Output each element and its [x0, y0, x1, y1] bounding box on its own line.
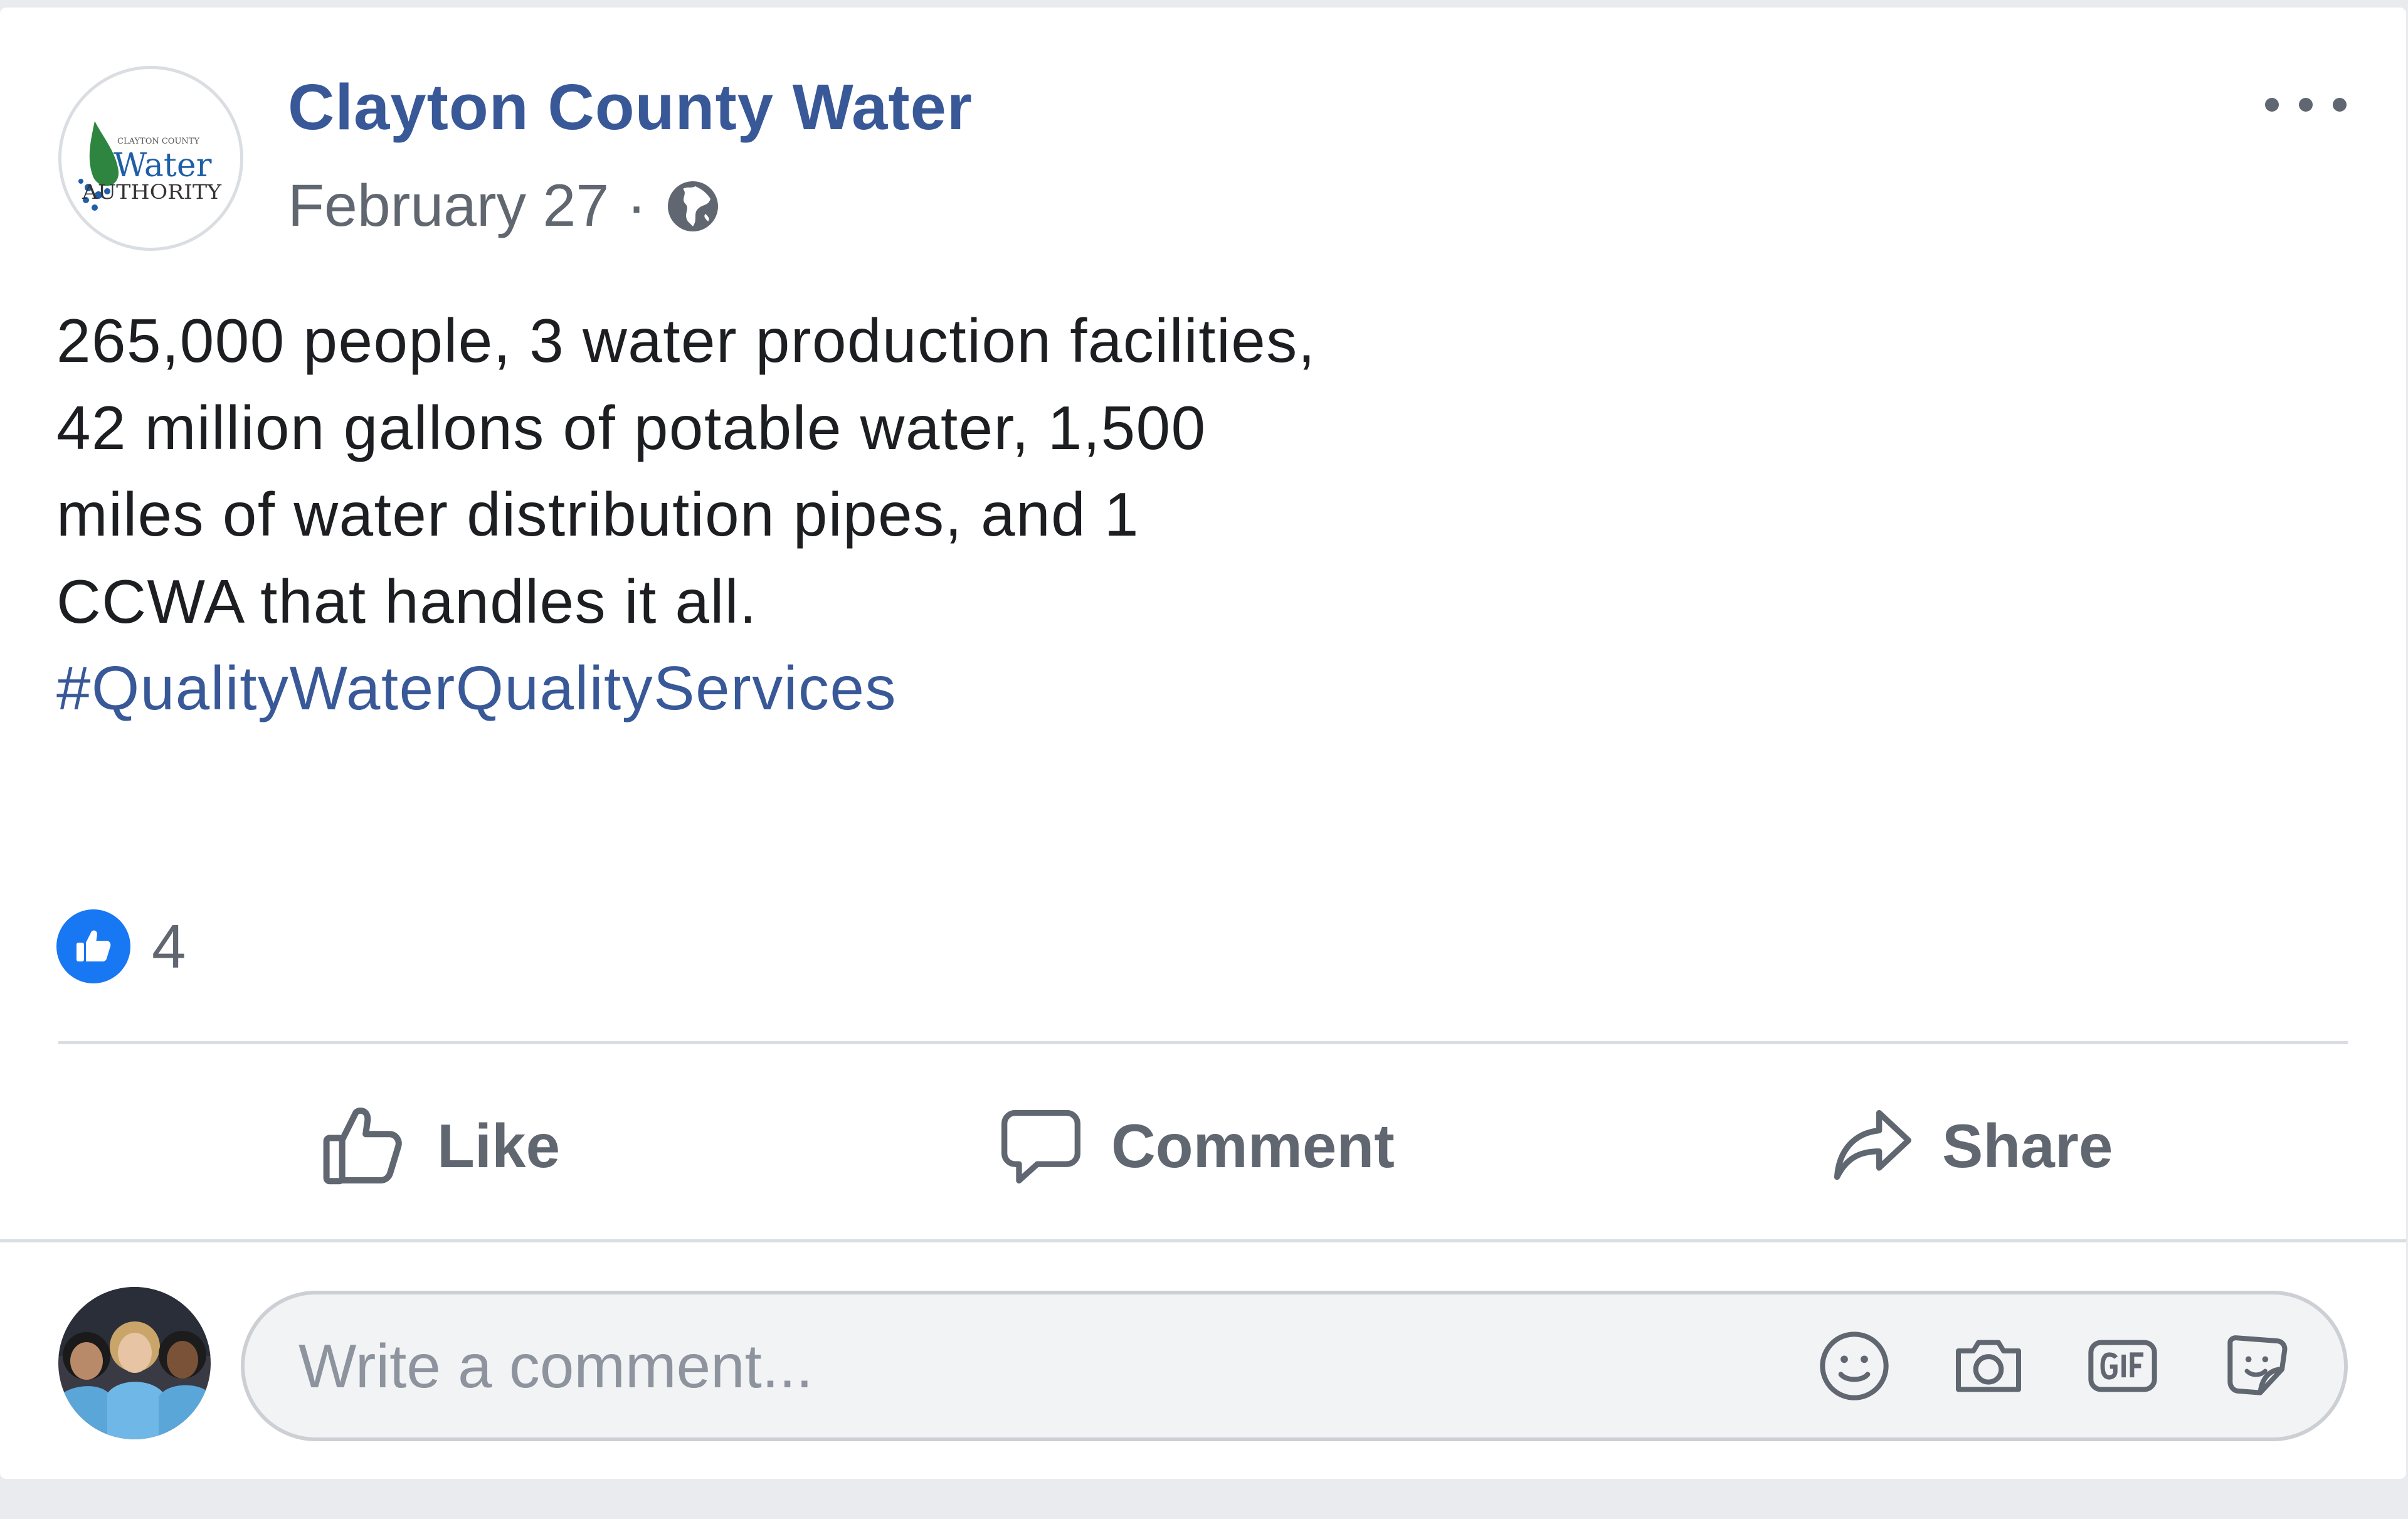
- reactions-summary[interactable]: 4: [56, 909, 186, 983]
- post-body: 265,000 people, 3 water production facil…: [56, 297, 1342, 732]
- reaction-count: 4: [152, 911, 186, 981]
- svg-text:CLAYTON COUNTY: CLAYTON COUNTY: [117, 137, 199, 146]
- share-button[interactable]: Share: [1828, 1074, 2113, 1218]
- post-date[interactable]: February 27: [288, 172, 609, 240]
- page-avatar[interactable]: CLAYTON COUNTY Water AUTHORITY: [58, 66, 243, 251]
- share-arrow-icon: [1834, 1109, 1911, 1180]
- thumbs-up-icon: [323, 1107, 402, 1185]
- user-avatar[interactable]: [58, 1287, 211, 1439]
- globe-icon[interactable]: [663, 176, 723, 236]
- speech-bubble-icon: [1001, 1109, 1080, 1184]
- more-options-icon[interactable]: [2265, 89, 2347, 120]
- camera-icon[interactable]: [1948, 1326, 2029, 1406]
- gif-icon[interactable]: [2083, 1326, 2163, 1406]
- meta-separator: ·: [626, 172, 647, 239]
- emoji-icon[interactable]: [1814, 1326, 1894, 1406]
- hashtag-link[interactable]: #QualityWaterQualityServices: [56, 645, 1342, 732]
- like-label: Like: [437, 1111, 561, 1180]
- svg-text:AUTHORITY: AUTHORITY: [81, 180, 221, 204]
- like-reaction-icon: [56, 909, 130, 983]
- page-name-link[interactable]: Clayton County Water: [288, 70, 973, 144]
- comment-button[interactable]: Comment: [997, 1074, 1395, 1218]
- like-button[interactable]: Like: [317, 1074, 560, 1218]
- sticker-icon[interactable]: [2217, 1326, 2297, 1406]
- comment-composer: [0, 1284, 2406, 1447]
- post-meta: February 27 ·: [288, 172, 723, 240]
- divider: [0, 1239, 2406, 1242]
- water-authority-logo: CLAYTON COUNTY Water AUTHORITY: [78, 120, 221, 211]
- post-text: 265,000 people, 3 water production facil…: [56, 306, 1316, 636]
- post-actions: Like Comment Share: [0, 1074, 2406, 1218]
- feed-post: CLAYTON COUNTY Water AUTHORITY Clayton C…: [0, 8, 2406, 1479]
- comment-label: Comment: [1111, 1111, 1395, 1180]
- comment-input-box[interactable]: [241, 1291, 2348, 1441]
- comment-tools: [1760, 1326, 2297, 1406]
- divider: [58, 1041, 2348, 1044]
- comment-input[interactable]: [297, 1330, 1805, 1402]
- share-label: Share: [1942, 1111, 2113, 1180]
- svg-text:Water: Water: [114, 147, 212, 184]
